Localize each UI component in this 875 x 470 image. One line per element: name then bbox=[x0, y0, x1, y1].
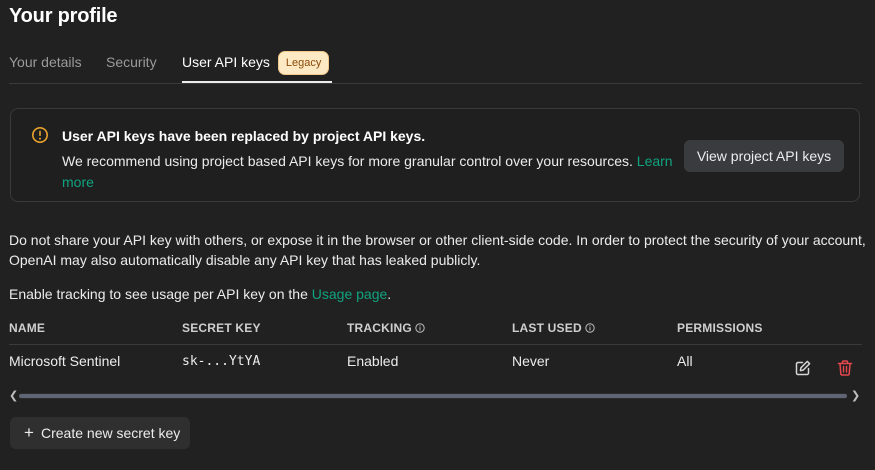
trash-icon[interactable] bbox=[836, 359, 854, 377]
tracking-hint-period: . bbox=[387, 286, 392, 302]
tracking-hint-text: Enable tracking to see usage per API key… bbox=[9, 286, 308, 302]
edit-icon[interactable] bbox=[794, 359, 812, 377]
info-icon[interactable] bbox=[415, 323, 425, 333]
tab-security[interactable]: Security bbox=[106, 50, 157, 82]
column-header-name: NAME bbox=[9, 321, 46, 335]
plus-icon: + bbox=[24, 423, 34, 442]
scroll-right-arrow[interactable]: ❯ bbox=[851, 389, 860, 402]
page-title: Your profile bbox=[9, 5, 118, 27]
table-header-divider bbox=[9, 344, 862, 345]
callout-body: We recommend using project based API key… bbox=[62, 151, 682, 193]
info-icon[interactable] bbox=[585, 323, 595, 333]
create-new-secret-key-label: Create new secret key bbox=[41, 425, 181, 441]
security-warning-text: Do not share your API key with others, o… bbox=[9, 232, 866, 268]
column-header-tracking-label: TRACKING bbox=[347, 321, 412, 335]
column-header-permissions: PERMISSIONS bbox=[677, 321, 763, 335]
scrollbar-thumb[interactable] bbox=[19, 394, 847, 398]
cell-secret-key: sk-...YtYA bbox=[182, 354, 261, 369]
cell-last-used: Never bbox=[512, 353, 550, 369]
create-new-secret-key-button[interactable]: + Create new secret key bbox=[10, 417, 190, 449]
warning-circle-icon bbox=[32, 127, 48, 143]
column-header-last-used-label: LAST USED bbox=[512, 321, 582, 335]
legacy-notice-callout: User API keys have been replaced by proj… bbox=[10, 108, 860, 202]
callout-title: User API keys have been replaced by proj… bbox=[62, 128, 426, 144]
column-header-secret-key: SECRET KEY bbox=[182, 321, 261, 335]
cell-tracking: Enabled bbox=[347, 353, 399, 369]
cell-key-name: Microsoft Sentinel bbox=[9, 353, 121, 369]
tracking-hint: Enable tracking to see usage per API key… bbox=[9, 284, 869, 304]
legacy-badge: Legacy bbox=[277, 51, 330, 75]
cell-permissions: All bbox=[677, 353, 693, 369]
tab-user-api-keys-label: User API keys bbox=[182, 54, 270, 70]
view-project-api-keys-button[interactable]: View project API keys bbox=[684, 140, 844, 172]
usage-page-link[interactable]: Usage page bbox=[312, 286, 388, 302]
scroll-left-arrow[interactable]: ❮ bbox=[9, 389, 18, 402]
tab-your-details[interactable]: Your details bbox=[9, 50, 82, 82]
tab-user-api-keys[interactable]: User API keys Legacy bbox=[182, 50, 332, 83]
column-header-last-used: LAST USED bbox=[512, 321, 595, 335]
horizontal-scrollbar[interactable] bbox=[19, 393, 847, 399]
column-header-tracking: TRACKING bbox=[347, 321, 425, 335]
callout-body-text: We recommend using project based API key… bbox=[62, 153, 633, 169]
profile-page: Your profile Your details Security User … bbox=[0, 0, 875, 470]
profile-tabs: Your details Security User API keys Legac… bbox=[9, 50, 862, 84]
